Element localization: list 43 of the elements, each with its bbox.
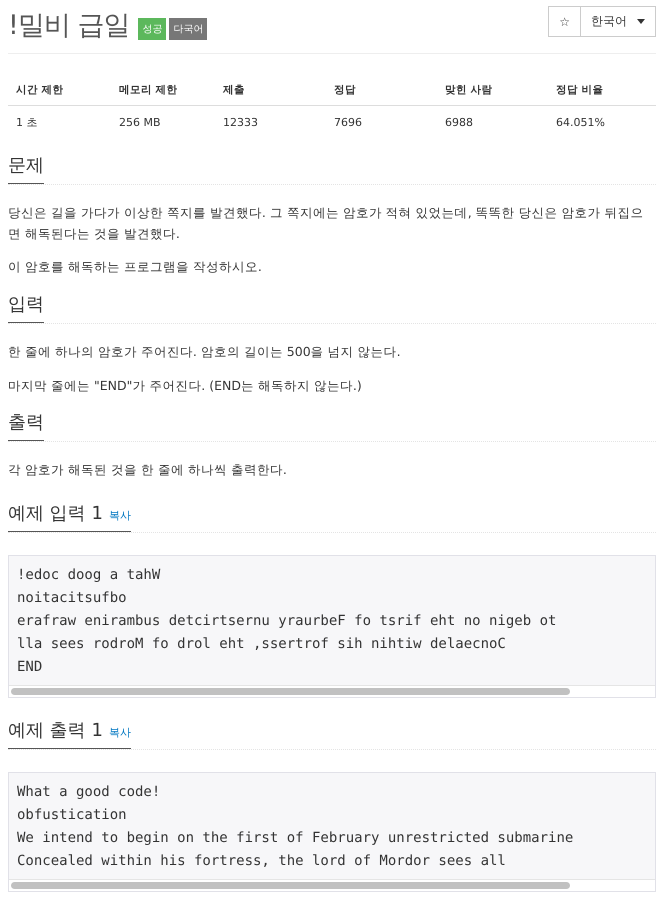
column-header: 맞힌 사람 — [437, 79, 548, 106]
column-header: 제출 — [215, 79, 326, 106]
table-cell: 6988 — [437, 106, 548, 139]
scrollbar[interactable] — [9, 878, 655, 891]
paragraph: 마지막 줄에는 "END"가 주어진다. (END는 해독하지 않는다.) — [8, 376, 363, 394]
section-heading: 예제 출력 1 — [8, 718, 103, 742]
table-cell: 1 초 — [8, 106, 111, 139]
scrollbar[interactable] — [9, 684, 655, 697]
code-line: Concealed within his fortress, the lord of Mordor sees all — [16, 852, 507, 871]
language-dropdown[interactable]: 한국어 — [581, 6, 656, 37]
column-header: 메모리 제한 — [111, 79, 215, 106]
copy-link[interactable]: 복사 — [108, 508, 131, 523]
section-heading: 예제 입력 1 — [8, 502, 103, 525]
code-line: erafraw enirambus detcirtsernu yraurbeF fo tsrif eht no nigeb ot — [16, 612, 558, 631]
table-cell: 12333 — [215, 106, 326, 139]
star-button[interactable]: ☆ — [548, 6, 581, 37]
column-header: 정답 비율 — [548, 79, 656, 106]
code-line: obfustication — [16, 806, 128, 825]
table-cell: 64.051% — [548, 106, 656, 139]
code-line: END — [16, 658, 44, 677]
status-badge: 성공 — [138, 18, 166, 40]
section-heading: 문제 — [8, 153, 44, 184]
caret-icon — [637, 19, 645, 24]
table-cell: 256 MB — [111, 106, 215, 139]
section-heading: 입력 — [8, 292, 44, 323]
column-header: 정답 — [326, 79, 437, 106]
code-line: !edoc doog a tahW — [16, 566, 162, 585]
status-badge: 다국어 — [169, 18, 208, 40]
paragraph: 각 암호가 해독된 것을 한 줄에 하나씩 출력한다. — [8, 461, 288, 480]
table-cell: 7696 — [326, 106, 437, 139]
column-header: 시간 제한 — [8, 79, 111, 106]
code-line: What a good code! — [16, 782, 162, 802]
code-line: noitacitsufbo — [16, 588, 128, 608]
section-heading: 출력 — [8, 410, 44, 442]
code-line: We intend to begin on the first of February unrestricted submarine — [16, 828, 574, 848]
problem-title: !밀비 급일 — [8, 9, 130, 43]
code-line: lla sees rodroM fo drol eht ,ssertrof sih nihtiw delaecnoC — [16, 634, 507, 654]
paragraph: 한 줄에 하나의 암호가 주어진다. 암호의 길이는 500을 넘지 않는다. — [8, 342, 402, 361]
paragraph: 이 암호를 해독하는 프로그램을 작성하시오. — [8, 258, 263, 276]
copy-link[interactable]: 복사 — [108, 724, 131, 740]
paragraph: 당신은 길을 가다가 이상한 쪽지를 발견했다. 그 쪽지에는 암호가 적혀 있었는데, 똑똑한 당신은 암호가 뒤집으면 해독된다는 것을 발견했다. — [8, 204, 645, 243]
scrollbar-thumb[interactable] — [11, 688, 570, 695]
scrollbar-thumb[interactable] — [11, 882, 570, 889]
